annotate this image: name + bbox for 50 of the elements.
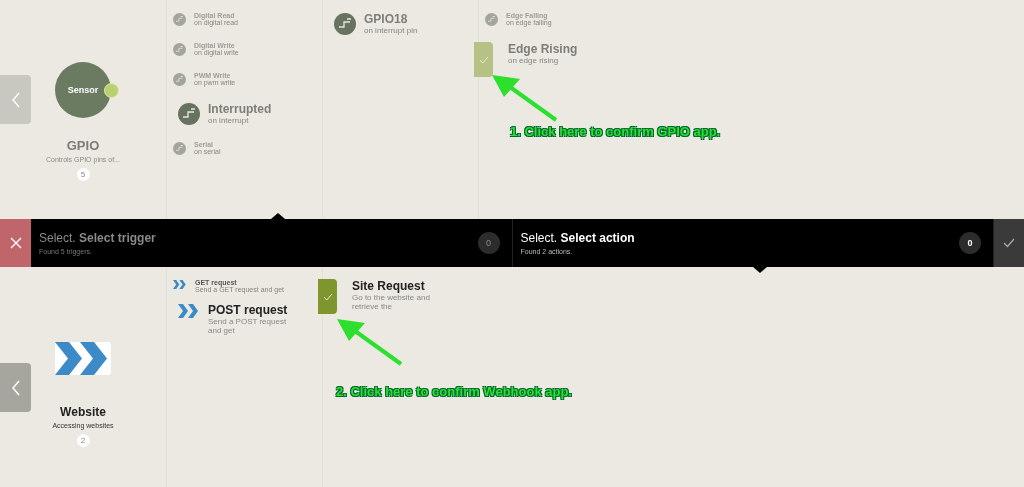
count-badge: 0	[959, 232, 981, 254]
back-button[interactable]	[0, 363, 31, 412]
close-button[interactable]	[0, 219, 31, 267]
check-icon	[1003, 238, 1015, 248]
back-button[interactable]	[0, 75, 31, 124]
item-title: Edge Rising	[508, 42, 578, 56]
list-item[interactable]: Interrupted on interrupt	[178, 102, 272, 125]
pin-icon	[173, 13, 186, 26]
back-icon	[10, 91, 21, 108]
count-badge: 0	[477, 232, 500, 254]
app-name: GPIO	[66, 138, 100, 153]
step-title: Select. Select action	[520, 231, 636, 245]
pin-icon	[334, 13, 356, 35]
step-title: Select. Select trigger	[39, 231, 157, 245]
count-badge: 5	[76, 168, 90, 181]
count-badge: 2	[76, 434, 90, 447]
close-icon	[9, 237, 22, 249]
confirm-button[interactable]	[994, 219, 1024, 267]
chevrons-icon	[55, 342, 111, 375]
chevrons-icon	[178, 304, 200, 318]
item-title: GPIO18	[364, 12, 409, 26]
item-subtitle: on interrupt	[208, 116, 250, 125]
list-item[interactable]: GPIO18 on interrupt pin	[334, 12, 418, 35]
confirm-tab[interactable]	[474, 42, 493, 77]
item-subtitle: on interrupt pin	[364, 26, 418, 35]
item-title: POST request	[208, 303, 288, 317]
item-title: Site Request	[352, 279, 426, 293]
list-item[interactable]: POST request Send a POST request and get	[178, 303, 288, 335]
check-icon	[322, 292, 333, 301]
annotation-text: 2. Click here to confirm Webhook app.	[336, 384, 572, 399]
pointer-arrow	[492, 75, 558, 122]
chevrons-icon	[173, 280, 187, 289]
sensor-badge: Sensor	[55, 62, 111, 118]
item-title: Interrupted	[208, 102, 272, 116]
pin-icon	[173, 43, 186, 56]
pin-icon	[485, 13, 498, 26]
check-icon	[478, 55, 489, 64]
pointer-arrow	[337, 319, 403, 366]
item-subtitle: on edge rising	[508, 56, 560, 65]
list-item[interactable]: Edge Rising on edge rising	[508, 42, 578, 65]
item-subtitle: Go to the website and retrieve the	[352, 293, 431, 311]
pin-icon	[173, 142, 186, 155]
list-item[interactable]: Site Request Go to the website and retrieve the	[352, 279, 432, 311]
item-subtitle: Send a POST request and get	[208, 317, 288, 335]
pin-icon	[178, 103, 200, 125]
app-name: Website	[60, 405, 106, 419]
confirm-tab[interactable]	[318, 279, 337, 314]
pin-icon	[173, 73, 186, 86]
back-icon	[10, 379, 21, 396]
annotation-text: 1. Click here to confirm GPIO app.	[510, 124, 721, 139]
